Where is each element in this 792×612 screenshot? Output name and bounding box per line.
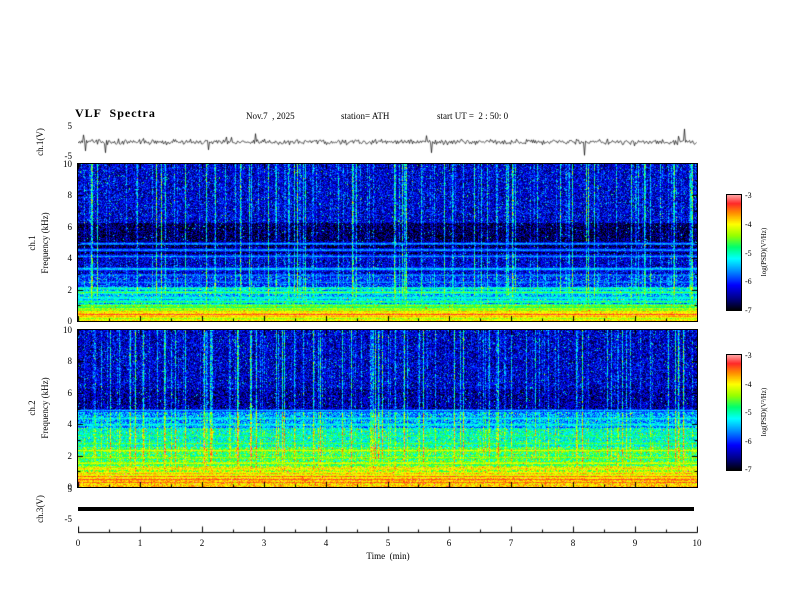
ch3-flatline-trace (78, 507, 694, 511)
cbar1-tick-n7: -7 (745, 306, 752, 315)
ch1-colorbar-canvas (727, 195, 741, 310)
time-tick-9: 9 (632, 538, 638, 548)
time-tick-1: 1 (137, 538, 143, 548)
spec2-channel-label: ch.2 (27, 400, 37, 416)
page-title: VLF Spectra (75, 106, 156, 120)
time-tick-0: 0 (75, 538, 81, 548)
time-tick-2: 2 (199, 538, 205, 548)
spec2-ytick-8: 8 (67, 356, 73, 366)
time-tick-5: 5 (385, 538, 391, 548)
ch1-ytick-top: 5 (67, 121, 73, 131)
ch1-waveform-canvas (78, 126, 697, 158)
time-tick-8: 8 (570, 538, 576, 548)
spec1-ytick-2: 2 (67, 285, 73, 295)
ch2-colorbar-canvas (727, 355, 741, 470)
time-tick-6: 6 (446, 538, 452, 548)
ch3-ytick-bottom: -5 (64, 514, 73, 524)
cbar2-tick-n4: -4 (745, 380, 752, 389)
cbar2-tick-n5: -5 (745, 408, 752, 417)
cbar1-tick-n3: -3 (745, 191, 752, 200)
ch2-spectrogram-canvas (78, 330, 697, 487)
ch1-spectrogram-canvas (78, 164, 697, 321)
time-tick-7: 7 (508, 538, 514, 548)
spec1-channel-label: ch.1 (27, 235, 37, 251)
cbar1-tick-n5: -5 (745, 249, 752, 258)
ch3-ytick-top: 5 (67, 484, 73, 494)
cbar2-tick-n3: -3 (745, 351, 752, 360)
vlf-spectra-figure: VLF Spectra Nov.7 , 2025 station= ATH st… (0, 0, 792, 612)
cbar1-psd-label: log(PSD)(V²/Hz) (760, 227, 768, 277)
time-tick-4: 4 (323, 538, 329, 548)
spec1-ytick-8: 8 (67, 190, 73, 200)
cbar1-tick-n4: -4 (745, 220, 752, 229)
time-tick-10: 10 (692, 538, 702, 548)
time-axis-canvas (78, 522, 698, 534)
ch3-voltage-axis-label: ch.3(V) (35, 495, 45, 523)
time-axis-label: Time (min) (366, 551, 410, 561)
time-tick-3: 3 (261, 538, 267, 548)
cbar1-tick-n6: -6 (745, 277, 752, 286)
spec1-frequency-axis-label: Frequency (kHz) (40, 212, 50, 274)
ch1-voltage-axis-label: ch.1(V) (35, 128, 45, 156)
spec2-frequency-axis-label: Frequency (kHz) (40, 377, 50, 439)
date-label: Nov.7 , 2025 (246, 111, 295, 121)
cbar2-tick-n6: -6 (745, 437, 752, 446)
cbar2-tick-n7: -7 (745, 465, 752, 474)
cbar2-psd-label: log(PSD)(V²/Hz) (760, 387, 768, 437)
spec2-ytick-2: 2 (67, 451, 73, 461)
spec2-ytick-10: 10 (63, 325, 72, 335)
station-label: station= ATH (341, 111, 390, 121)
start-ut-label: start UT = 2 : 50: 0 (437, 111, 509, 121)
spec1-ytick-10: 10 (63, 159, 72, 169)
